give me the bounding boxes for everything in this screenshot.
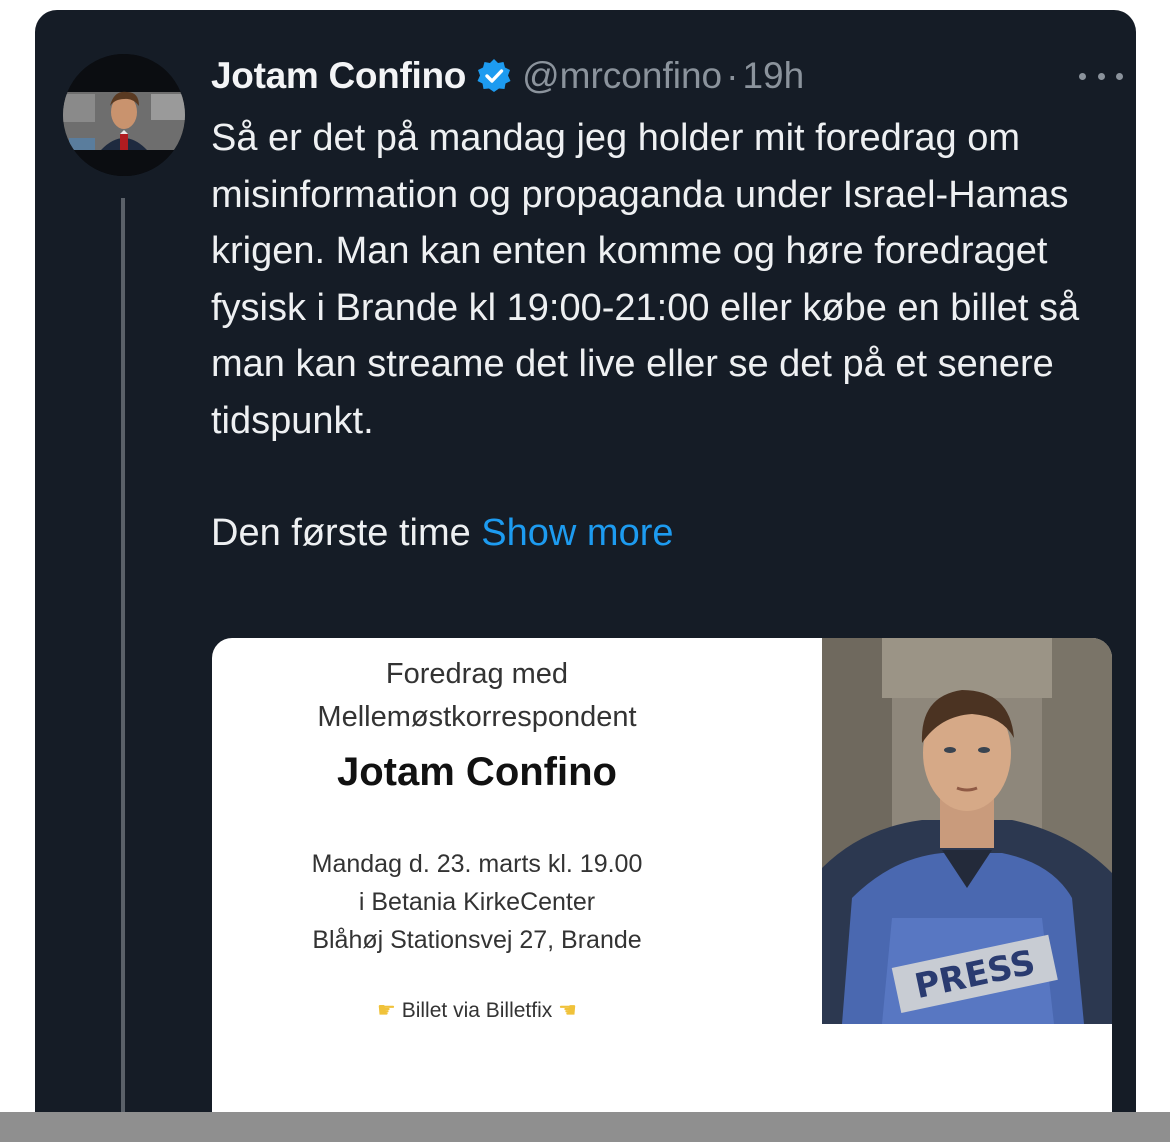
poster-date: Mandag d. 23. marts kl. 19.00 bbox=[311, 850, 643, 878]
poster-ticket-text: Billet via Billetfix bbox=[401, 999, 553, 1022]
poster-line: Mellemøstkorrespondent bbox=[317, 701, 637, 733]
separator-dot: · bbox=[726, 55, 739, 96]
display-name[interactable]: Jotam Confino bbox=[211, 55, 466, 97]
tweet-paragraph: Den første time Show more bbox=[211, 505, 1091, 562]
avatar[interactable] bbox=[63, 54, 185, 176]
poster-speaker-name: Jotam Confino bbox=[337, 750, 617, 794]
tweet-card[interactable]: Jotam Confino @mrconfino · 19h Så er det… bbox=[35, 10, 1136, 1142]
tweet-body: Jotam Confino @mrconfino · 19h Så er det… bbox=[211, 50, 1123, 562]
show-more-link[interactable]: Show more bbox=[481, 512, 673, 554]
bottom-bar bbox=[0, 1112, 1170, 1142]
verified-badge-icon[interactable] bbox=[476, 58, 512, 94]
tweet-text-truncated: Den første time bbox=[211, 512, 471, 554]
poster-ticket-line: ☛ Billet via Billetfix ☚ bbox=[212, 998, 742, 1023]
media-attachment[interactable]: Foredrag med Mellemøstkorrespondent Jota… bbox=[212, 638, 1112, 1142]
event-poster: Foredrag med Mellemøstkorrespondent Jota… bbox=[212, 638, 822, 1142]
pointing-left-icon: ☚ bbox=[558, 999, 577, 1022]
thread-line bbox=[121, 198, 125, 1142]
tweet-text: Så er det på mandag jeg holder mit fored… bbox=[211, 110, 1091, 562]
speaker-photo: PRESS bbox=[822, 638, 1112, 1024]
handle[interactable]: @mrconfino bbox=[522, 55, 722, 97]
timestamp[interactable]: 19h bbox=[742, 55, 804, 97]
tweet-header: Jotam Confino @mrconfino · 19h bbox=[211, 50, 1123, 102]
poster-venue: i Betania KirkeCenter bbox=[358, 888, 596, 916]
poster-line: Foredrag med bbox=[385, 658, 569, 690]
more-options-icon[interactable] bbox=[1079, 56, 1123, 96]
poster-address: Blåhøj Stationsvej 27, Brande bbox=[312, 926, 642, 954]
tweet-paragraph: Så er det på mandag jeg holder mit fored… bbox=[211, 117, 1080, 442]
avatar-photo bbox=[63, 54, 185, 176]
pointing-right-icon: ☛ bbox=[377, 999, 396, 1022]
